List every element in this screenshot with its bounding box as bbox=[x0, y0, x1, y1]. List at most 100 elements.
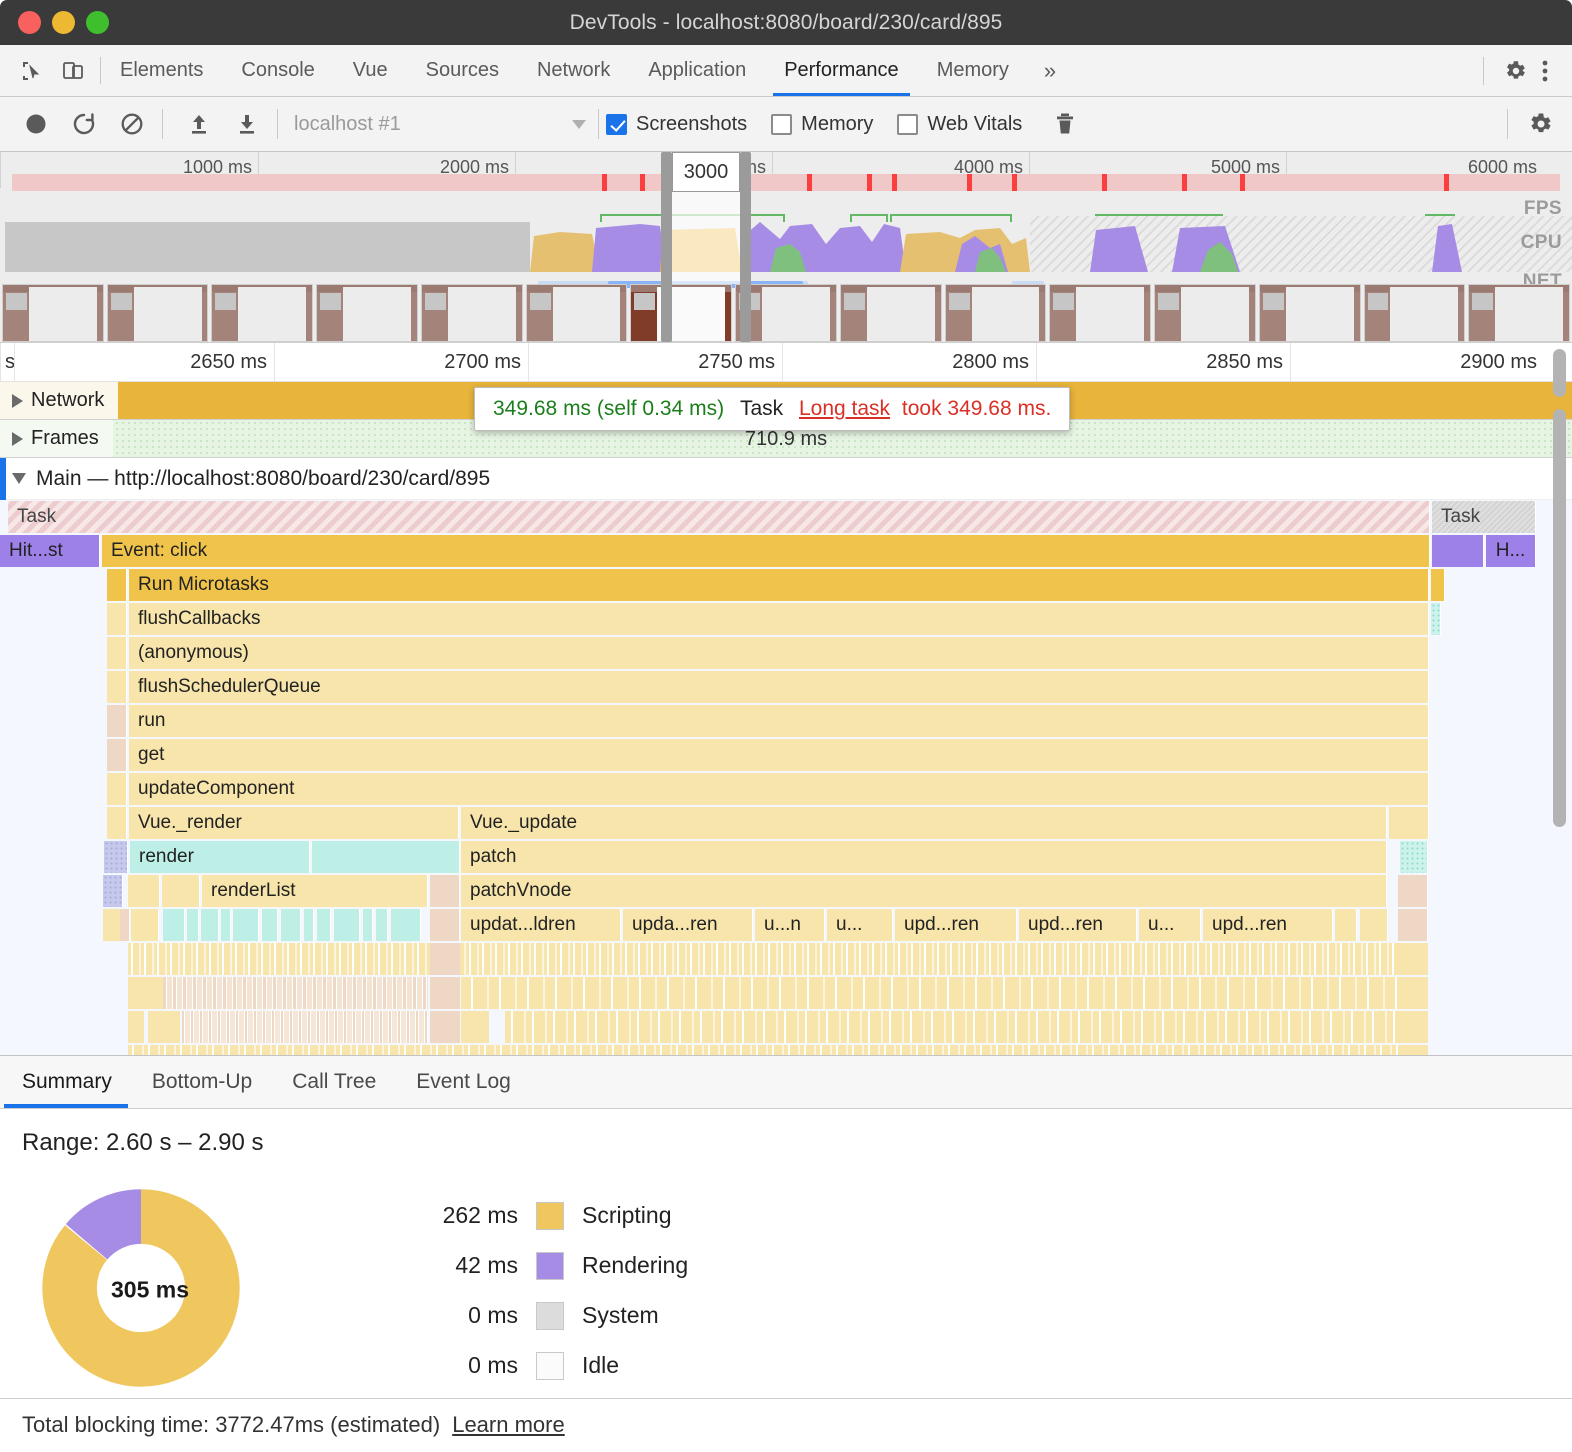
flame-bar-segment[interactable] bbox=[334, 909, 360, 941]
maximize-button[interactable] bbox=[86, 11, 109, 34]
filmstrip-frame[interactable] bbox=[106, 284, 209, 342]
close-button[interactable] bbox=[18, 11, 41, 34]
flame-bar-segment[interactable] bbox=[107, 637, 127, 669]
flame-row-dense[interactable] bbox=[0, 942, 1572, 976]
flame-bar-segment[interactable] bbox=[163, 909, 185, 941]
flame-bar-update-children-1[interactable]: updat...ldren bbox=[461, 909, 621, 941]
flame-bar-segment[interactable] bbox=[1389, 807, 1429, 839]
main-track-header[interactable]: Main — http://localhost:8080/board/230/c… bbox=[0, 458, 1572, 503]
flame-bar-vue-render[interactable]: Vue._render bbox=[129, 807, 459, 839]
flame-bar-patch-vnode[interactable]: patchVnode bbox=[461, 875, 1387, 907]
flame-bar-segment[interactable] bbox=[376, 909, 388, 941]
flame-bar-segment[interactable] bbox=[113, 875, 123, 907]
tab-console[interactable]: Console bbox=[222, 45, 333, 96]
flame-bar-segment[interactable] bbox=[391, 909, 421, 941]
reload-record-icon[interactable] bbox=[70, 110, 98, 138]
tab-event-log[interactable]: Event Log bbox=[396, 1056, 531, 1108]
flame-bar-segment[interactable] bbox=[312, 841, 460, 873]
more-tabs-icon[interactable]: » bbox=[1028, 45, 1072, 96]
flame-bar-update-children-7[interactable]: u... bbox=[1139, 909, 1201, 941]
clear-icon[interactable] bbox=[118, 110, 146, 138]
flame-bar-segment[interactable] bbox=[363, 909, 373, 941]
flame-bar-segment[interactable] bbox=[131, 909, 159, 941]
flame-chart-scrollbar[interactable] bbox=[1553, 409, 1566, 827]
flame-bar-segment[interactable] bbox=[107, 671, 127, 703]
flame-bar-segment[interactable] bbox=[162, 875, 200, 907]
flame-bar-segment[interactable] bbox=[1398, 909, 1428, 941]
flame-bar-segment[interactable] bbox=[1398, 875, 1428, 907]
flame-bar-render-list[interactable]: renderList bbox=[202, 875, 428, 907]
flame-bar-rendering[interactable] bbox=[1432, 535, 1484, 567]
filmstrip-frame[interactable] bbox=[420, 284, 523, 342]
filmstrip-frame[interactable] bbox=[1049, 284, 1152, 342]
flame-bar-segment[interactable] bbox=[262, 909, 278, 941]
minimize-button[interactable] bbox=[52, 11, 75, 34]
flame-bar-segment[interactable] bbox=[1435, 569, 1445, 601]
flame-row-dense[interactable] bbox=[0, 1044, 1572, 1055]
load-profile-icon[interactable] bbox=[185, 110, 213, 138]
flame-bar-update-children-3[interactable]: u...n bbox=[755, 909, 825, 941]
filmstrip-frame-selected[interactable] bbox=[630, 284, 733, 342]
flame-rows[interactable]: Task Task Hit...st Event: click H... Run… bbox=[0, 500, 1572, 1055]
more-vertical-icon[interactable] bbox=[1532, 58, 1558, 84]
flame-bar-task-right[interactable]: Task bbox=[1432, 501, 1536, 533]
tab-call-tree[interactable]: Call Tree bbox=[272, 1056, 396, 1108]
flame-bar-segment[interactable] bbox=[187, 909, 199, 941]
filmstrip-frame[interactable] bbox=[2, 284, 104, 342]
flame-bar-segment[interactable] bbox=[107, 773, 127, 805]
flame-bar-run-microtasks[interactable]: Run Microtasks bbox=[129, 569, 1429, 601]
filmstrip-frame[interactable] bbox=[1363, 284, 1466, 342]
checkbox-web-vitals-box[interactable] bbox=[897, 113, 919, 135]
checkbox-memory[interactable]: Memory bbox=[764, 113, 880, 136]
legend-row-system[interactable]: 0 ms System bbox=[400, 1291, 688, 1341]
flame-bar-segment[interactable] bbox=[201, 909, 219, 941]
checkbox-screenshots[interactable]: Screenshots bbox=[599, 113, 754, 136]
flame-bar-segment[interactable] bbox=[317, 909, 331, 941]
legend-row-scripting[interactable]: 262 ms Scripting bbox=[400, 1191, 688, 1241]
flame-bar-hit-test-right[interactable]: H... bbox=[1486, 535, 1536, 567]
flame-bar-segment[interactable] bbox=[233, 909, 259, 941]
tab-sources[interactable]: Sources bbox=[407, 45, 518, 96]
overview-window-handle-right[interactable] bbox=[740, 152, 751, 342]
flame-bar-vue-update[interactable]: Vue._update bbox=[461, 807, 1387, 839]
filmstrip-frame[interactable] bbox=[839, 284, 942, 342]
checkbox-memory-box[interactable] bbox=[771, 113, 793, 135]
flame-chart-area[interactable]: s 2650 ms 2700 ms 2750 ms 2800 ms 2850 m… bbox=[0, 342, 1572, 1055]
filmstrip-frame[interactable] bbox=[1154, 284, 1256, 342]
save-profile-icon[interactable] bbox=[233, 110, 261, 138]
filmstrip-frame[interactable] bbox=[1258, 284, 1361, 342]
overview-window-handle-left[interactable] bbox=[661, 152, 672, 342]
flame-bar-update-component[interactable]: updateComponent bbox=[129, 773, 1429, 805]
flame-bar-task[interactable]: Task bbox=[8, 501, 1430, 533]
flame-bar-flush-callbacks[interactable]: flushCallbacks bbox=[129, 603, 1429, 635]
flame-bar-flush-scheduler-queue[interactable]: flushSchedulerQueue bbox=[129, 671, 1429, 703]
timeline-overview[interactable]: 1000 ms 2000 ms 3000 ms 4000 ms 5000 ms … bbox=[0, 152, 1572, 342]
flame-bar-segment[interactable] bbox=[1431, 603, 1441, 635]
settings-gear-icon[interactable] bbox=[1502, 58, 1528, 84]
legend-row-rendering[interactable]: 42 ms Rendering bbox=[400, 1241, 688, 1291]
flame-bar-hit-test[interactable]: Hit...st bbox=[0, 535, 100, 567]
tab-elements[interactable]: Elements bbox=[101, 45, 222, 96]
long-task-link[interactable]: Long task bbox=[799, 397, 890, 420]
flame-bar-segment[interactable] bbox=[128, 875, 160, 907]
flame-bar-segment[interactable] bbox=[107, 739, 127, 771]
flame-bar-segment[interactable] bbox=[120, 909, 130, 941]
record-circle-icon[interactable] bbox=[22, 110, 50, 138]
filmstrip-frame[interactable] bbox=[525, 284, 628, 342]
flame-row-dense[interactable] bbox=[0, 1010, 1572, 1044]
checkbox-screenshots-box[interactable] bbox=[606, 113, 627, 135]
network-track-header[interactable]: Network bbox=[0, 382, 119, 419]
flame-bar-update-children-8[interactable]: upd...ren bbox=[1203, 909, 1333, 941]
tab-bottom-up[interactable]: Bottom-Up bbox=[132, 1056, 272, 1108]
flame-bar-segment[interactable] bbox=[107, 807, 127, 839]
tab-memory[interactable]: Memory bbox=[918, 45, 1028, 96]
delete-icon[interactable] bbox=[1051, 110, 1079, 138]
flame-bar-get[interactable]: get bbox=[129, 739, 1429, 771]
inspect-element-icon[interactable] bbox=[18, 58, 44, 84]
flame-bar-update-children-2[interactable]: upda...ren bbox=[623, 909, 753, 941]
flame-bar-segment[interactable] bbox=[221, 909, 231, 941]
flame-bar-segment[interactable] bbox=[281, 909, 301, 941]
flame-bar-render[interactable]: render bbox=[130, 841, 310, 873]
tab-summary[interactable]: Summary bbox=[0, 1056, 132, 1108]
flame-chart-scrollbar-top[interactable] bbox=[1553, 349, 1566, 397]
